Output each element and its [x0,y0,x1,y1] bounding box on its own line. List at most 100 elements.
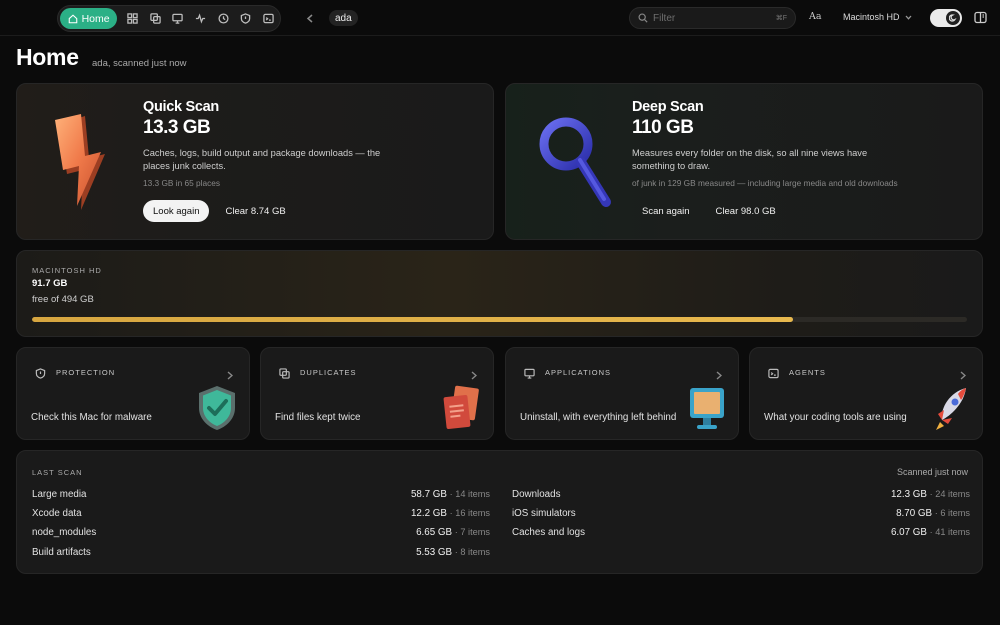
nav-overview-button[interactable] [121,8,144,29]
disk-usage-card: MACINTOSH HD 91.7 GB free of 494 GB [16,250,983,337]
list-item[interactable]: node_modules 6.65 GB · 7 items [32,527,490,546]
item-size: 5.53 GB [416,546,453,558]
nav-bar: Home [57,5,281,32]
look-again-button[interactable]: Look again [143,200,210,222]
filter-input[interactable] [653,12,776,24]
deep-scan-card: Deep Scan 110 GB Measures every folder o… [505,83,983,240]
deep-scan-actions: Scan again Clear 98.0 GB [632,200,962,222]
list-item[interactable]: Build artifacts 5.53 GB · 8 items [32,547,490,566]
applications-title: APPLICATIONS [545,368,612,377]
page-title: Home [16,44,79,70]
disk-selector[interactable]: Macintosh HD [843,12,912,22]
nav-agents-button[interactable] [257,8,280,29]
lightning-bolt-icon [55,114,105,210]
list-item[interactable]: Xcode data 12.2 GB · 16 items [32,508,490,527]
list-item[interactable]: iOS simulators 8.70 GB · 6 items [512,508,970,527]
item-name: iOS simulators [512,508,576,520]
clear-deep-button[interactable]: Clear 98.0 GB [706,200,786,222]
duplicates-card[interactable]: DUPLICATES Find files kept twice [260,347,494,440]
disk-usage-fill [32,317,794,322]
quick-scan-description: Caches, logs, build output and package d… [143,148,381,171]
protection-card[interactable]: PROTECTION Check this Mac for malware [16,347,250,440]
scan-again-button[interactable]: Scan again [632,200,700,222]
nav-home-button[interactable]: Home [60,8,118,29]
panel-icon [974,11,987,24]
chevron-right-icon [471,367,478,380]
item-name: Caches and logs [512,527,585,539]
nav-history-button[interactable] [212,8,235,29]
item-size: 58.7 GB [410,489,447,500]
list-item[interactable]: Caches and logs 6.07 GB · 41 items [512,527,970,546]
terminal-icon [263,13,274,24]
back-button[interactable] [303,11,317,25]
filter-field[interactable]: ⌘F [629,7,796,29]
top-bar: Home ada ⌘F Aa Macintosh H [0,0,1000,36]
agents-card[interactable]: AGENTS What your coding tools are using [749,347,983,440]
deep-scan-size: 110 GB [632,117,694,138]
terminal-icon [768,368,779,379]
clear-quick-button[interactable]: Clear 8.74 GB [215,200,295,222]
item-count: · 8 items [454,546,490,557]
disk-name: MACINTOSH HD [32,266,102,275]
item-count: · 7 items [454,527,490,538]
chevron-left-icon [306,13,313,23]
item-name: node_modules [32,527,97,539]
chevron-right-icon [716,367,723,380]
duplicates-description: Find files kept twice [275,412,361,423]
shield-check-illustration [199,386,235,430]
item-count: · 6 items [934,508,970,519]
protection-description: Check this Mac for malware [31,412,152,423]
quick-scan-meta: 13.3 GB in 65 places [143,178,221,188]
monitor-icon [524,368,535,379]
monitor-icon [172,13,184,24]
nav-duplicates-button[interactable] [144,8,167,29]
item-count: · 16 items [449,508,490,519]
nav-applications-button[interactable] [167,8,190,29]
quick-scan-card: Quick Scan 13.3 GB Caches, logs, build o… [16,83,494,240]
clock-icon [218,13,229,24]
toggle-knob [946,11,960,25]
item-size: 6.07 GB [890,527,927,539]
item-size: 12.2 GB [410,508,447,520]
chevron-down-icon [905,15,912,20]
activity-icon [196,13,206,24]
item-size: 12.3 GB [890,489,927,500]
filter-shortcut: ⌘F [775,15,787,22]
monitor-icon-wrap [524,366,535,379]
shield-icon [241,13,251,24]
list-item[interactable]: Downloads 12.3 GB · 24 items [512,489,970,508]
duplicates-icon-wrap [279,366,290,379]
dark-mode-toggle[interactable] [930,9,962,27]
shield-icon [35,368,46,379]
item-name: Large media [32,489,87,500]
duplicates-title: DUPLICATES [300,368,357,377]
last-scan-left-column: Large media 58.7 GB · 14 items Xcode dat… [32,489,490,566]
last-scan-time: Scanned just now [896,467,968,477]
last-scan-card: LAST SCAN Scanned just now Large media 5… [16,450,983,574]
deep-scan-content: Deep Scan 110 GB Measures every folder o… [632,99,962,222]
protection-title: PROTECTION [56,368,116,377]
item-name: Build artifacts [32,546,91,558]
sidebar-toggle-button[interactable] [974,11,987,24]
item-size: 6.65 GB [416,527,453,539]
text-size-button[interactable]: Aa [809,11,822,22]
quick-scan-size: 13.3 GB [143,117,211,138]
magnifier-icon [539,117,611,207]
documents-illustration [443,385,479,429]
nav-protection-button[interactable] [235,8,258,29]
last-scan-label: LAST SCAN [32,468,83,477]
user-chip[interactable]: ada [329,10,358,26]
moon-icon [949,14,957,22]
disk-usage-bar [32,317,967,322]
item-count: · 14 items [449,489,490,499]
quick-scan-actions: Look again Clear 8.74 GB [143,200,473,222]
nav-activity-button[interactable] [189,8,212,29]
applications-card[interactable]: APPLICATIONS Uninstall, with everything … [505,347,739,440]
deep-scan-title: Deep Scan [632,99,704,115]
nav-home-label: Home [81,12,110,25]
list-item[interactable]: Large media 58.7 GB · 14 items [32,489,490,508]
item-count: · 41 items [929,527,970,538]
rocket-illustration [936,388,966,430]
shield-icon-wrap [35,366,46,379]
deep-scan-description: Measures every folder on the disk, so al… [632,148,868,171]
